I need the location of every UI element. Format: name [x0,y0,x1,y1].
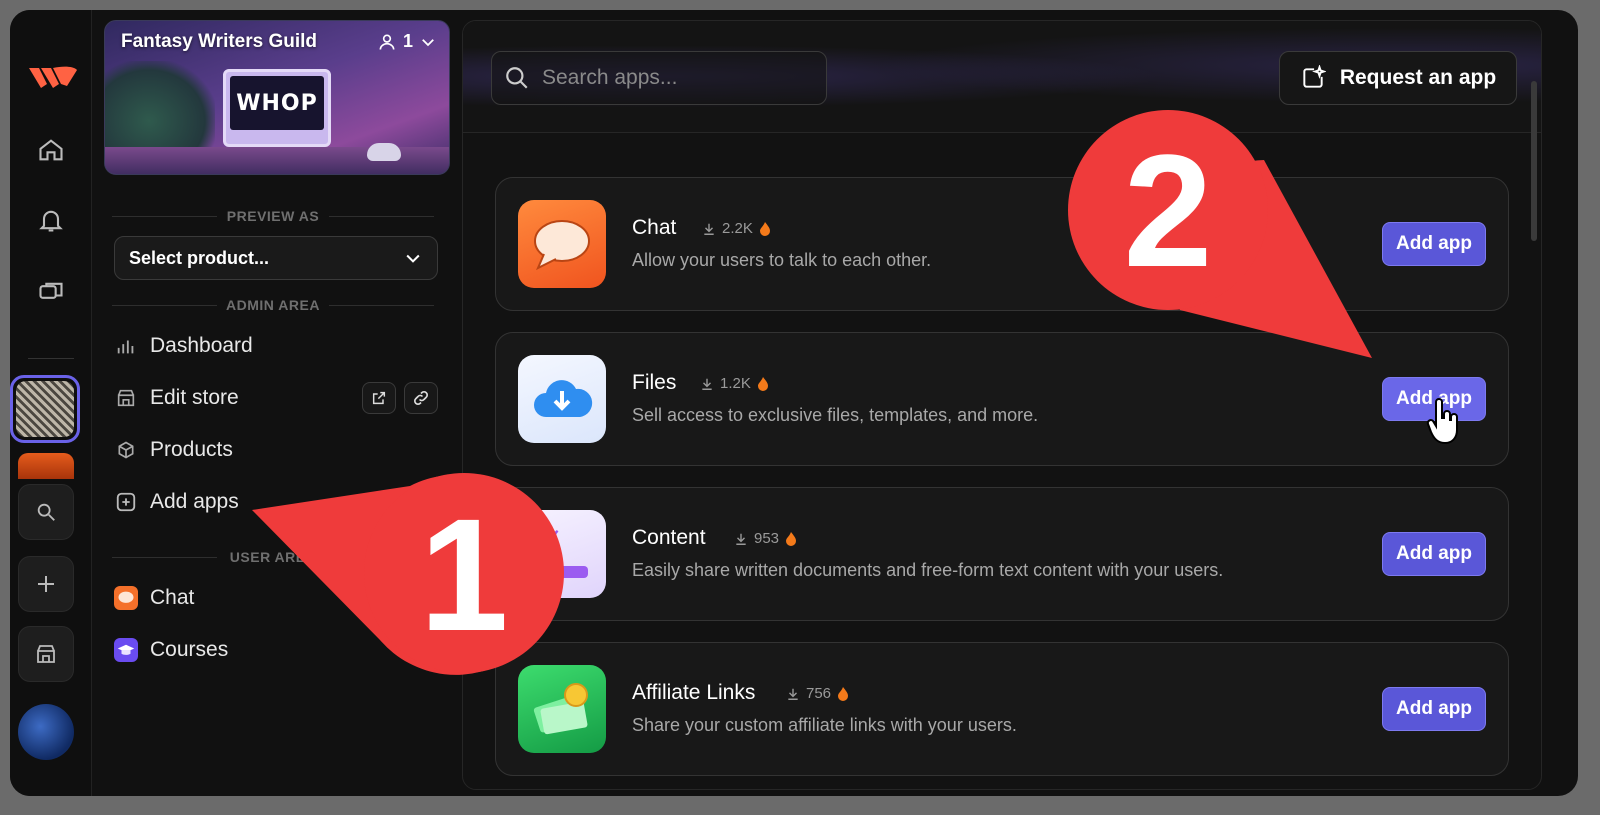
app-window: WHOP Fantasy Writers Guild 1 PREVIEW AS … [10,10,1578,796]
nav-chat[interactable]: Chat [114,580,194,616]
community-banner[interactable]: WHOP Fantasy Writers Guild 1 [104,20,450,175]
app-downloads: 1.2K [700,375,769,392]
external-link-icon [372,391,386,405]
chat-app-icon [518,200,606,288]
sidebar: WHOP Fantasy Writers Guild 1 PREVIEW AS … [92,10,464,796]
store-icon [114,386,138,410]
user-avatar[interactable] [18,704,74,760]
nav-add-apps[interactable]: Add apps [114,484,239,520]
app-name: Affiliate Links [632,681,756,704]
hand-cursor-icon [1426,398,1458,445]
link-icon [414,391,428,405]
add-app-button[interactable]: Add app [1382,222,1486,266]
rail-divider [28,358,74,359]
nav-courses[interactable]: Courses [114,632,228,668]
app-card-files: Files 1.2K Sell access to exclusive file… [495,332,1509,466]
add-app-button[interactable]: Add app [1382,532,1486,576]
plus-icon[interactable] [18,556,74,612]
nav-products[interactable]: Products [114,432,233,468]
affiliate-links-app-icon [518,665,606,753]
flame-icon [759,221,770,236]
download-icon [704,223,714,235]
community-name: Fantasy Writers Guild [121,31,318,52]
flame-icon [757,376,768,391]
nav-edit-store[interactable]: Edit store [114,380,239,416]
download-icon [702,378,712,390]
add-app-button[interactable]: Add app [1382,687,1486,731]
community-avatar-2[interactable] [18,453,74,479]
home-icon[interactable] [23,122,79,178]
banner-cat-illustration [367,143,401,161]
plus-square-icon [114,490,138,514]
chat-bubble-icon [114,586,138,610]
graduation-cap-icon [114,638,138,662]
chevron-down-icon [422,38,434,46]
download-icon [788,688,798,700]
person-icon [379,34,395,50]
app-name: Files [632,371,677,394]
left-rail [10,10,92,796]
user-area-label: USER AREA [112,549,434,565]
app-downloads: 2.2K [702,220,771,237]
app-description: Sell access to exclusive files, template… [632,405,1039,425]
app-description: Allow your users to talk to each other. [632,250,932,270]
app-downloads: 756 [786,685,849,702]
bar-chart-icon [114,334,138,358]
messages-icon[interactable] [23,264,79,320]
bell-icon[interactable] [23,192,79,248]
whop-logo-icon[interactable] [27,60,79,94]
download-icon [736,533,746,545]
files-app-icon [518,355,606,443]
community-avatar[interactable] [10,375,80,443]
product-select[interactable]: Select product... [114,236,438,280]
app-downloads: 953 [734,530,797,547]
external-link-button[interactable] [362,382,396,414]
nav-dashboard[interactable]: Dashboard [114,328,253,364]
search-icon [506,67,528,89]
admin-area-label: ADMIN AREA [112,297,434,313]
content-app-icon: “ [518,510,606,598]
app-description: Easily share written documents and free-… [632,560,1224,580]
app-name: Chat [632,216,677,239]
search-input[interactable]: Search apps... [491,51,827,105]
app-description: Share your custom affiliate links with y… [632,715,1017,735]
flame-icon [786,531,797,546]
app-name: Content [632,526,706,549]
app-store-toolbar: Search apps... Request an app [463,21,1541,133]
scrollbar[interactable] [1531,81,1537,241]
app-card-chat: Chat 2.2K Allow your users to talk to ea… [495,177,1509,311]
cube-icon [114,438,138,462]
search-icon[interactable] [18,484,74,540]
copy-link-button[interactable] [404,382,438,414]
request-app-button[interactable]: Request an app [1279,51,1517,105]
sparkle-note-icon [1303,65,1326,88]
svg-text:“: “ [540,524,560,570]
banner-monitor-illustration: WHOP [223,69,331,147]
chevron-down-icon [406,254,420,263]
preview-as-label: PREVIEW AS [112,208,434,224]
member-count[interactable]: 1 [377,31,437,52]
store-icon[interactable] [18,626,74,682]
app-store-panel: Search apps... Request an app Chat 2.2K … [462,20,1542,790]
app-card-affiliate-links: Affiliate Links 756 Share your custom af… [495,642,1509,776]
flame-icon [838,686,849,701]
app-card-content: “ Content 953 Easily share written docum… [495,487,1509,621]
